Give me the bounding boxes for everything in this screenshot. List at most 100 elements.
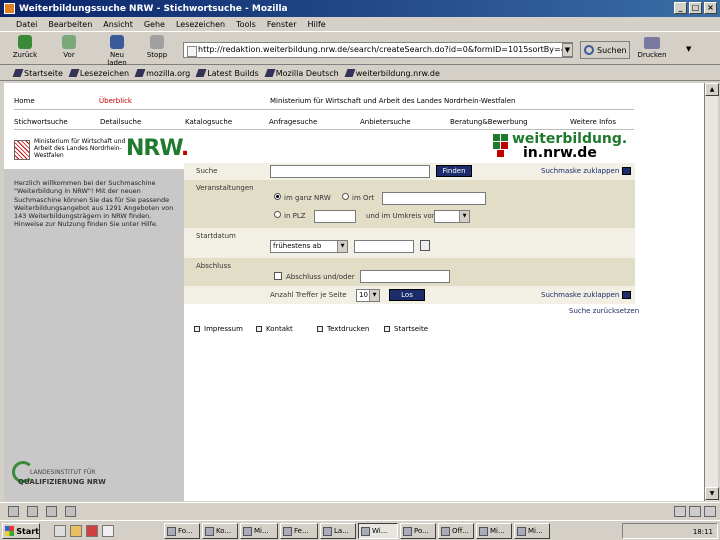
taskbar-item-3[interactable]: Mi... (240, 523, 278, 539)
bookmark-weiterbildung[interactable]: weiterbildung.nrw.de (344, 69, 440, 78)
app-icon (205, 526, 214, 536)
footer-kontakt[interactable]: Kontakt (256, 325, 293, 333)
composer-icon[interactable] (46, 506, 57, 517)
print-dropdown-icon[interactable]: ▼ (686, 45, 691, 53)
forward-label: Vor (63, 51, 75, 59)
radio-in-city[interactable] (342, 193, 349, 200)
tab-anbietersuche[interactable]: Anbietersuche (360, 118, 411, 126)
footer-label: Kontakt (266, 325, 293, 333)
maximize-button[interactable]: □ (689, 2, 702, 14)
status-indicators (674, 506, 716, 517)
start-button[interactable]: Start (2, 523, 40, 539)
quicklaunch-app-icon[interactable] (86, 525, 98, 537)
quicklaunch-doc-icon[interactable] (102, 525, 114, 537)
close-button[interactable]: × (704, 2, 717, 14)
url-bar[interactable]: http://redaktion.weiterbildung.nrw.de/se… (183, 42, 573, 58)
menu-help[interactable]: Hilfe (308, 20, 326, 29)
radius-select[interactable]: ▼ (434, 210, 470, 223)
bookmark-lesezeichen[interactable]: Lesezeichen (68, 68, 130, 78)
home-icon (384, 326, 390, 332)
forward-button[interactable]: Vor (52, 35, 86, 63)
minimize-button[interactable]: _ (674, 2, 687, 14)
degree-input[interactable] (360, 270, 450, 283)
taskbar-item-2[interactable]: Ko... (202, 523, 238, 539)
search-button[interactable]: Suchen (580, 41, 630, 59)
address-book-icon[interactable] (65, 506, 76, 517)
bookmark-mozilla-deutsch[interactable]: Mozilla Deutsch (264, 69, 339, 78)
tab-katalogsuche[interactable]: Katalogsuche (185, 118, 232, 126)
radio-plz[interactable] (274, 211, 281, 218)
reload-button[interactable]: Neu laden (100, 35, 134, 67)
footer-startseite[interactable]: Startseite (384, 325, 428, 333)
tab-stichwortsuche[interactable]: Stichwortsuche (14, 118, 68, 126)
stop-button[interactable]: Stopp (140, 35, 174, 63)
connection-icon (674, 506, 686, 517)
footer-impressum[interactable]: Impressum (194, 325, 243, 333)
tab-beratung[interactable]: Beratung&Bewerbung (450, 118, 528, 126)
radio-all-nrw[interactable] (274, 193, 281, 200)
tab-detailsuche[interactable]: Detailsuche (100, 118, 141, 126)
clock[interactable]: 18:11 (693, 528, 713, 536)
taskbar-item-1[interactable]: Fo... (164, 523, 200, 539)
nav-overview[interactable]: Überblick (99, 97, 132, 105)
bookmark-startseite[interactable]: Startseite (12, 69, 63, 78)
scroll-up-icon[interactable]: ▲ (705, 83, 719, 96)
search-input[interactable] (270, 165, 430, 178)
calendar-icon[interactable] (420, 240, 430, 251)
menu-edit[interactable]: Bearbeiten (48, 20, 92, 29)
bookmark-latest-builds[interactable]: Latest Builds (195, 69, 259, 78)
hits-select[interactable]: 10 ▼ (356, 289, 380, 302)
taskbar-item-4[interactable]: Fe... (280, 523, 318, 539)
nrw-logo: NRW. (126, 136, 189, 161)
menu-file[interactable]: Datei (16, 20, 37, 29)
go-button[interactable]: Los (389, 289, 425, 301)
print-button[interactable]: Drucken (635, 35, 669, 63)
plz-input[interactable] (314, 210, 356, 223)
institute-line1: LANDESINSTITUT FÜR (30, 469, 96, 476)
location-label: Veranstaltungen (196, 184, 254, 192)
back-button[interactable]: Zurück (8, 35, 42, 63)
collapse-mask-link[interactable]: Suchmaske zuklappen (541, 167, 619, 175)
reset-search-link[interactable]: Suche zurücksetzen (569, 307, 639, 315)
vertical-scrollbar[interactable]: ▲ ▼ (704, 83, 719, 501)
scroll-down-icon[interactable]: ▼ (705, 487, 719, 500)
collapse-icon[interactable] (622, 291, 631, 299)
taskbar-item-6[interactable]: Wi... (358, 523, 398, 539)
collapse-mask-link-2[interactable]: Suchmaske zuklappen (541, 291, 619, 299)
page-icon (256, 326, 262, 332)
quicklaunch-explorer-icon[interactable] (70, 525, 82, 537)
menu-go[interactable]: Gehe (144, 20, 165, 29)
cookie-icon (704, 506, 716, 517)
find-button[interactable]: Finden (436, 165, 472, 177)
start-date-select[interactable]: frühestens ab ▼ (270, 240, 348, 253)
city-input[interactable] (382, 192, 486, 205)
bookmark-mozilla[interactable]: mozilla.org (134, 69, 190, 78)
menu-window[interactable]: Fenster (267, 20, 297, 29)
tab-anfragesuche[interactable]: Anfragesuche (269, 118, 317, 126)
quicklaunch-desktop-icon[interactable] (54, 525, 66, 537)
taskbar-item-7[interactable]: Po... (400, 523, 436, 539)
degree-checkbox[interactable] (274, 272, 282, 280)
menu-tools[interactable]: Tools (236, 20, 256, 29)
taskbar-item-10[interactable]: Mi... (514, 523, 550, 539)
footer-textdrucken[interactable]: Textdrucken (317, 325, 369, 333)
forward-arrow-icon (62, 35, 76, 49)
window-controls: _ □ × (674, 2, 717, 14)
mail-icon[interactable] (27, 506, 38, 517)
taskbar-item-5[interactable]: La... (320, 523, 356, 539)
collapse-icon[interactable] (622, 167, 631, 175)
stop-label: Stopp (146, 51, 168, 59)
menu-bookmarks[interactable]: Lesezeichen (176, 20, 225, 29)
bookmark-label: Lesezeichen (79, 68, 130, 78)
taskbar-item-9[interactable]: Mi... (476, 523, 512, 539)
tab-weitere-infos[interactable]: Weitere Infos (570, 118, 616, 126)
taskbar-item-8[interactable]: Off... (438, 523, 474, 539)
nav-home[interactable]: Home (14, 97, 35, 105)
taskbar-label: Ko... (216, 527, 232, 535)
back-label: Zurück (12, 51, 38, 59)
url-dropdown-icon[interactable]: ▼ (562, 43, 573, 57)
menu-view[interactable]: Ansicht (103, 20, 133, 29)
start-date-input[interactable] (354, 240, 414, 253)
chevron-down-icon: ▼ (337, 241, 347, 252)
navigator-icon[interactable] (8, 506, 19, 517)
